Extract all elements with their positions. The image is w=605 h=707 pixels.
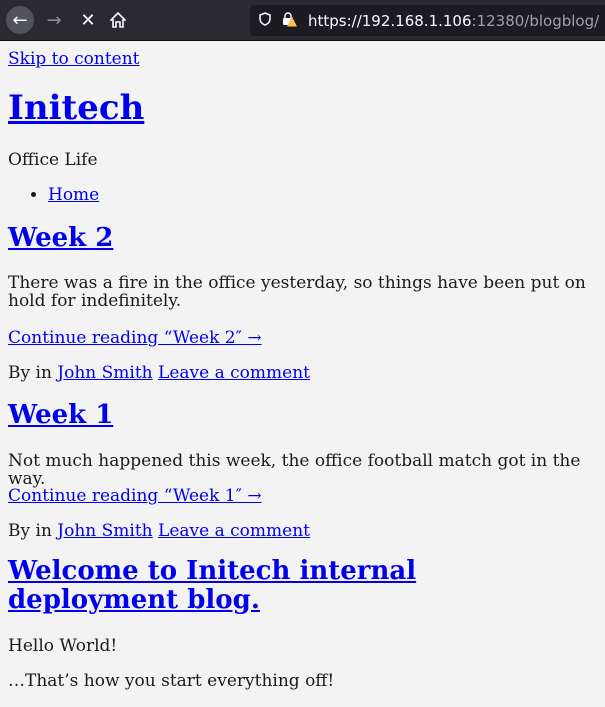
- author-link[interactable]: John Smith: [57, 363, 152, 383]
- author-link[interactable]: John Smith: [57, 521, 152, 541]
- post-title: Week 2: [8, 223, 113, 253]
- main-nav: Home: [48, 185, 99, 205]
- url-text[interactable]: https://192.168.1.106:12380/blogblog/: [308, 12, 599, 30]
- post-body-line: …That’s how you start everything off!: [8, 671, 335, 691]
- byline-text: By in: [8, 521, 52, 541]
- skip-to-content-link[interactable]: Skip to content: [8, 49, 140, 69]
- address-bar[interactable]: https://192.168.1.106:12380/blogblog/: [250, 5, 605, 36]
- home-button[interactable]: [104, 6, 132, 34]
- close-icon: ✕: [80, 9, 96, 31]
- leave-comment-link[interactable]: Leave a comment: [158, 521, 310, 541]
- post-title-link[interactable]: Welcome to Initech internal deployment b…: [8, 556, 416, 615]
- forward-button[interactable]: →: [40, 6, 68, 34]
- site-title-link[interactable]: Initech: [8, 88, 144, 128]
- nav-item-home: Home: [48, 185, 99, 205]
- site-title: Initech: [8, 88, 144, 128]
- home-icon: [110, 12, 126, 28]
- byline-text: By in: [8, 363, 52, 383]
- post-title: Welcome to Initech internal deployment b…: [8, 557, 568, 615]
- arrow-right-icon: →: [46, 9, 62, 31]
- post-meta: By in John Smith Leave a comment: [8, 363, 310, 383]
- post-title: Week 1: [8, 400, 113, 430]
- nav-home-link[interactable]: Home: [48, 185, 99, 205]
- arrow-left-icon: ←: [12, 9, 28, 31]
- site-tagline: Office Life: [8, 150, 98, 170]
- leave-comment-link[interactable]: Leave a comment: [158, 363, 310, 383]
- insecure-lock-icon[interactable]: [282, 11, 298, 30]
- continue-reading-link[interactable]: Continue reading “Week 1″ →: [8, 486, 262, 506]
- post-excerpt: There was a fire in the office yesterday…: [8, 273, 586, 311]
- post-excerpt: Not much happened this week, the office …: [8, 451, 581, 489]
- post-title-link[interactable]: Week 1: [8, 400, 113, 430]
- stop-button[interactable]: ✕: [74, 6, 102, 34]
- browser-toolbar: ← → ✕ https://192.168.1.106:12380/blogbl…: [0, 0, 605, 41]
- back-button[interactable]: ←: [6, 6, 34, 34]
- post-meta: By in John Smith Leave a comment: [8, 521, 310, 541]
- post-title-link[interactable]: Week 2: [8, 223, 113, 253]
- url-path: :12380/blogblog/: [471, 11, 600, 30]
- post-body-line: Hello World!: [8, 636, 118, 656]
- shield-icon[interactable]: [259, 11, 273, 30]
- url-host: https://192.168.1.106: [308, 11, 472, 30]
- continue-reading-link[interactable]: Continue reading “Week 2″ →: [8, 328, 262, 348]
